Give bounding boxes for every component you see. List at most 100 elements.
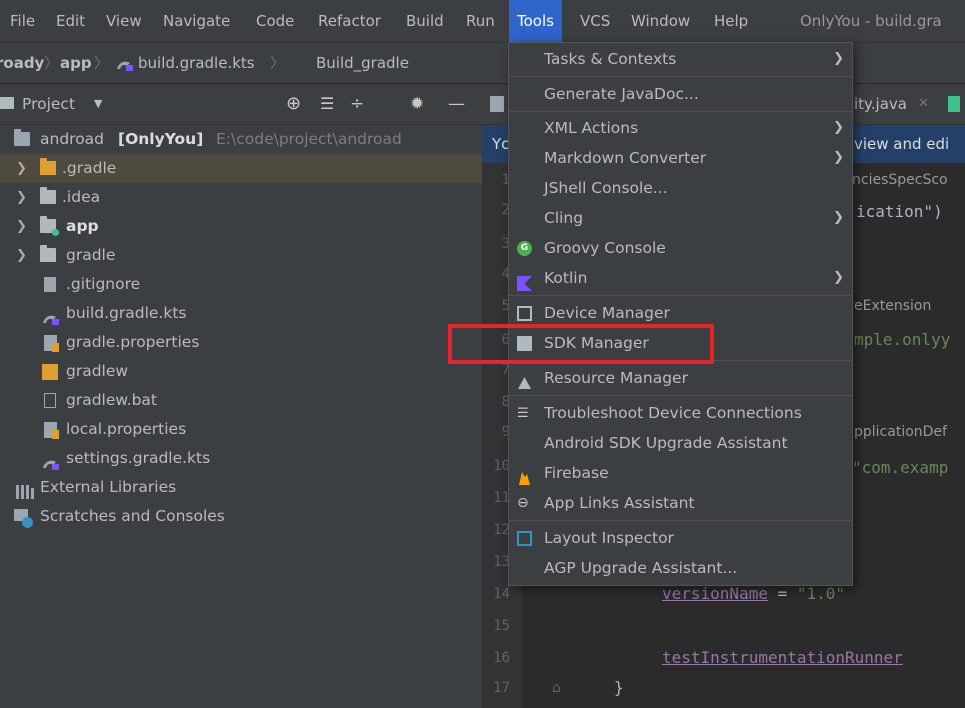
menu-item-app-links-assistant[interactable]: ⊖ App Links Assistant (509, 488, 852, 518)
breadcrumb-project[interactable]: roady (0, 43, 44, 83)
minimize-icon[interactable]: — (448, 84, 465, 124)
list-icon: ☰ (517, 406, 529, 421)
fold-marker-icon[interactable]: ⌂ (552, 680, 561, 696)
firebase-icon (517, 466, 532, 485)
menu-item-android-sdk-upgrade-assistant[interactable]: Android SDK Upgrade Assistant (509, 428, 852, 458)
menu-bar: File Edit View Navigate Code Refactor Bu… (0, 0, 965, 43)
menu-build[interactable]: Build (406, 0, 444, 42)
menu-separator (509, 395, 852, 396)
project-view-title[interactable]: Project (22, 84, 75, 124)
tree-item-build-gradle-kts[interactable]: build.gradle.kts (0, 299, 482, 328)
gitignore-file-icon (44, 277, 56, 292)
tree-item-label: app (66, 217, 99, 235)
tree-item-gradlew[interactable]: gradlew (0, 357, 482, 386)
menu-item-kotlin[interactable]: Kotlin ❯ (509, 263, 852, 293)
menu-item-troubleshoot-device-connections[interactable]: ☰ Troubleshoot Device Connections (509, 398, 852, 428)
tree-item-idea[interactable]: ❯ .idea (0, 183, 482, 212)
menu-separator (509, 520, 852, 521)
menu-item-label: Markdown Converter (544, 149, 707, 167)
line-number: 17 (493, 680, 510, 696)
menu-item-jshell-console[interactable]: JShell Console... (509, 173, 852, 203)
code-line: mple.onlyy (854, 330, 951, 349)
tree-item-app[interactable]: ❯ app (0, 212, 482, 241)
collapse-all-icon[interactable]: ÷ (350, 84, 364, 124)
breadcrumb-class[interactable]: Build_gradle (316, 43, 409, 83)
close-icon[interactable]: ✕ (918, 84, 929, 124)
code-brace: } (614, 678, 624, 697)
sdk-manager-highlight-box (448, 324, 714, 364)
tree-item-gradlew-bat[interactable]: gradlew.bat (0, 386, 482, 415)
tree-item-project-root[interactable]: androad [OnlyYou] E:\code\project\androa… (0, 125, 482, 154)
tree-item-label: .gradle (62, 159, 117, 177)
menu-item-agp-upgrade-assistant[interactable]: AGP Upgrade Assistant... (509, 553, 852, 583)
tree-item-external-libraries[interactable]: External Libraries (0, 473, 482, 502)
menu-vcs[interactable]: VCS (580, 0, 610, 42)
menu-tools[interactable]: Tools (509, 0, 562, 42)
menu-item-label: Layout Inspector (544, 529, 674, 547)
folder-icon (40, 158, 56, 175)
window-title: OnlyYou - build.gra (800, 12, 942, 30)
code-inlay-hint: pplicationDef (854, 424, 947, 440)
menu-refactor[interactable]: Refactor (318, 0, 381, 42)
text-file-icon (44, 393, 56, 408)
line-number: 1 (501, 172, 510, 188)
chevron-down-icon[interactable]: ▼ (94, 84, 102, 124)
line-number: 4 (501, 266, 510, 282)
line-number: 8 (501, 394, 510, 410)
tree-item-settings-gradle-kts[interactable]: settings.gradle.kts (0, 444, 482, 473)
tree-item-local-properties[interactable]: local.properties (0, 415, 482, 444)
menu-code[interactable]: Code (256, 0, 294, 42)
menu-navigate[interactable]: Navigate (163, 0, 230, 42)
menu-item-tasks-contexts[interactable]: Tasks & Contexts ❯ (509, 44, 852, 74)
menu-item-label: Generate JavaDoc... (544, 85, 699, 103)
tree-item-scratches[interactable]: Scratches and Consoles (0, 502, 482, 531)
menu-item-cling[interactable]: Cling ❯ (509, 203, 852, 233)
line-number: 11 (493, 490, 510, 506)
menu-item-layout-inspector[interactable]: Layout Inspector (509, 523, 852, 553)
menu-item-label: JShell Console... (544, 179, 668, 197)
menu-item-label: Resource Manager (544, 369, 688, 387)
breadcrumb-module[interactable]: app (60, 43, 92, 83)
chevron-right-icon[interactable]: ❯ (16, 212, 27, 241)
breadcrumb-file[interactable]: build.gradle.kts (138, 43, 255, 83)
menu-run[interactable]: Run (466, 0, 495, 42)
menu-window[interactable]: Window (631, 0, 690, 42)
menu-item-label: App Links Assistant (544, 494, 695, 512)
tree-item-gradle-properties[interactable]: gradle.properties (0, 328, 482, 357)
menu-item-markdown-converter[interactable]: Markdown Converter ❯ (509, 143, 852, 173)
menu-file[interactable]: File (10, 0, 35, 42)
menu-item-resource-manager[interactable]: Resource Manager (509, 363, 852, 393)
menu-view[interactable]: View (106, 0, 142, 42)
project-name-label: [OnlyYou] (118, 130, 204, 148)
tree-item-gradle-cache[interactable]: ❯ .gradle (0, 154, 482, 183)
tree-item-gradle[interactable]: ❯ gradle (0, 241, 482, 270)
menu-item-label: Android SDK Upgrade Assistant (544, 434, 788, 452)
groovy-icon: G (517, 241, 532, 256)
chevron-right-icon[interactable]: ❯ (16, 241, 27, 270)
tree-item-label: External Libraries (40, 478, 177, 496)
line-number: 10 (493, 458, 510, 474)
menu-item-firebase[interactable]: Firebase (509, 458, 852, 488)
expand-all-icon[interactable]: ☰ (320, 84, 334, 124)
link-icon: ⊖ (517, 495, 529, 511)
menu-separator (509, 76, 852, 77)
menu-item-generate-javadoc[interactable]: Generate JavaDoc... (509, 79, 852, 109)
tree-item-label: gradle.properties (66, 333, 200, 351)
menu-item-xml-actions[interactable]: XML Actions ❯ (509, 113, 852, 143)
editor-tab-activity[interactable]: ity.java (854, 84, 907, 124)
project-view-icon (0, 97, 14, 109)
code-line: "com.examp (852, 458, 949, 477)
menu-edit[interactable]: Edit (56, 0, 85, 42)
menu-item-groovy-console[interactable]: G Groovy Console (509, 233, 852, 263)
line-number: 12 (493, 522, 510, 538)
chevron-right-icon[interactable]: ❯ (16, 183, 27, 212)
gradle-kts-icon (116, 57, 134, 71)
tree-item-label: .idea (62, 188, 101, 206)
locate-file-icon[interactable]: ⊕ (286, 84, 301, 124)
tree-item-gitignore[interactable]: .gitignore (0, 270, 482, 299)
gear-icon[interactable]: ✹ (410, 84, 424, 124)
banner-link[interactable]: view and edi (854, 125, 949, 163)
chevron-right-icon[interactable]: ❯ (16, 154, 27, 183)
menu-help[interactable]: Help (714, 0, 748, 42)
breadcrumb-separator-icon: 〉 (270, 54, 286, 72)
